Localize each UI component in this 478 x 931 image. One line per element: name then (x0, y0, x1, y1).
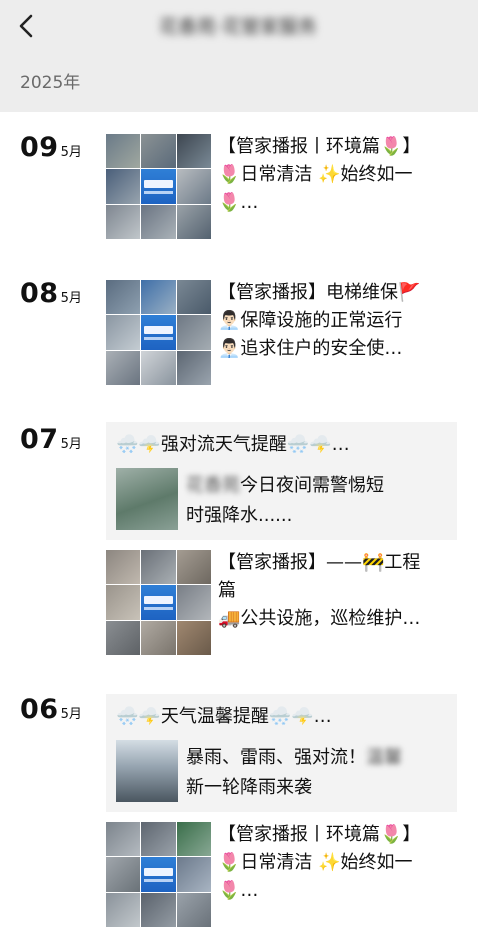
photo-thumb (176, 204, 211, 239)
top-bar: 花香苑·花管家服务 (0, 0, 478, 54)
photo-thumb (141, 620, 176, 655)
back-button[interactable] (12, 10, 42, 42)
date-label: 09 5月 (20, 132, 82, 163)
photo-thumb (106, 550, 141, 585)
month-label: 5月 (60, 707, 82, 722)
service-banner-thumb (141, 857, 176, 892)
photo-thumb (141, 204, 176, 239)
card-text-line: 新一轮降雨来袭 (186, 777, 312, 798)
photo-thumb (176, 280, 211, 315)
photo-thumb (106, 280, 141, 315)
post-line: 【管家播报】电梯维保🚩 (218, 282, 421, 303)
service-banner-thumb (141, 169, 176, 204)
article-thumbnail (116, 468, 178, 530)
photo-grid[interactable] (106, 280, 211, 385)
day-number: 09 (20, 132, 59, 163)
photo-thumb (176, 315, 211, 350)
card-text-line: 暴雨、雷雨、强对流！ (186, 747, 366, 768)
card-title: 🌨️🌩️强对流天气提醒🌨️🌩️… (116, 434, 350, 455)
post-line: 【管家播报丨环境篇🌷】 (218, 136, 421, 157)
day-number: 08 (20, 278, 59, 309)
card-text-line: 今日夜间需警惕短 (240, 475, 384, 496)
photo-thumb (106, 585, 141, 620)
photo-thumb (176, 134, 211, 169)
post-line: 👨🏻‍💼保障设施的正常运行 (218, 310, 403, 331)
photo-thumb (176, 550, 211, 585)
service-banner-thumb (141, 315, 176, 350)
post-line: 🌷日常清洁 ✨始终如一 (218, 164, 413, 185)
blurred-name: 花香苑 (186, 475, 240, 496)
photo-thumb (176, 169, 211, 204)
photo-thumb (176, 620, 211, 655)
post-line: 🌷… (218, 880, 259, 901)
year-divider: 2025年 (0, 54, 478, 112)
photo-grid[interactable] (106, 550, 211, 655)
card-title: 🌨️🌩️天气温馨提醒🌨️🌩️… (116, 706, 332, 727)
shared-article-card[interactable]: 🌨️🌩️强对流天气提醒🌨️🌩️… 花香苑今日夜间需警惕短 时强降水...... (106, 422, 457, 540)
photo-thumb (141, 350, 176, 385)
photo-grid[interactable] (106, 822, 211, 927)
post-line: 🌷… (218, 192, 259, 213)
photo-thumb (141, 280, 176, 315)
photo-thumb (106, 857, 141, 892)
photo-thumb (141, 134, 176, 169)
chevron-left-icon (19, 14, 33, 38)
photo-thumb (106, 134, 141, 169)
page-title: 花香苑·花管家服务 (158, 16, 318, 38)
month-label: 5月 (60, 291, 82, 306)
photo-thumb (106, 315, 141, 350)
photo-thumb (176, 892, 211, 927)
date-label: 08 5月 (20, 278, 82, 309)
service-banner-thumb (141, 585, 176, 620)
post-line: 【管家播报】——🚧工程 (218, 552, 421, 573)
day-number: 07 (20, 424, 59, 455)
photo-thumb (176, 350, 211, 385)
photo-thumb (176, 857, 211, 892)
month-label: 5月 (60, 145, 82, 160)
photo-thumb (106, 350, 141, 385)
shared-article-card[interactable]: 🌨️🌩️天气温馨提醒🌨️🌩️… 暴雨、雷雨、强对流！温馨 新一轮降雨来袭 (106, 694, 457, 812)
photo-thumb (141, 822, 176, 857)
post-line: 👨🏻‍💼追求住户的安全使… (218, 338, 403, 359)
photo-thumb (141, 550, 176, 585)
article-thumbnail (116, 740, 178, 802)
card-text: 暴雨、雷雨、强对流！温馨 (186, 744, 402, 772)
post-line: 🚚公共设施，巡检维护… (218, 608, 421, 629)
month-label: 5月 (60, 437, 82, 452)
post-line: 篇 (218, 580, 236, 601)
photo-thumb (106, 892, 141, 927)
photo-thumb (106, 620, 141, 655)
date-label: 07 5月 (20, 424, 82, 455)
photo-grid[interactable] (106, 134, 211, 239)
day-number: 06 (20, 694, 59, 725)
blurred-name: 温馨 (366, 747, 402, 768)
photo-thumb (106, 204, 141, 239)
card-text-line: 时强降水...... (186, 505, 293, 526)
post-line: 🌷日常清洁 ✨始终如一 (218, 852, 413, 873)
photo-thumb (141, 892, 176, 927)
photo-thumb (106, 822, 141, 857)
photo-thumb (176, 585, 211, 620)
photo-thumb (176, 822, 211, 857)
photo-thumb (106, 169, 141, 204)
card-text: 花香苑今日夜间需警惕短 (186, 472, 384, 500)
date-label: 06 5月 (20, 694, 82, 725)
post-line: 【管家播报丨环境篇🌷】 (218, 824, 421, 845)
year-label: 2025年 (20, 73, 81, 93)
